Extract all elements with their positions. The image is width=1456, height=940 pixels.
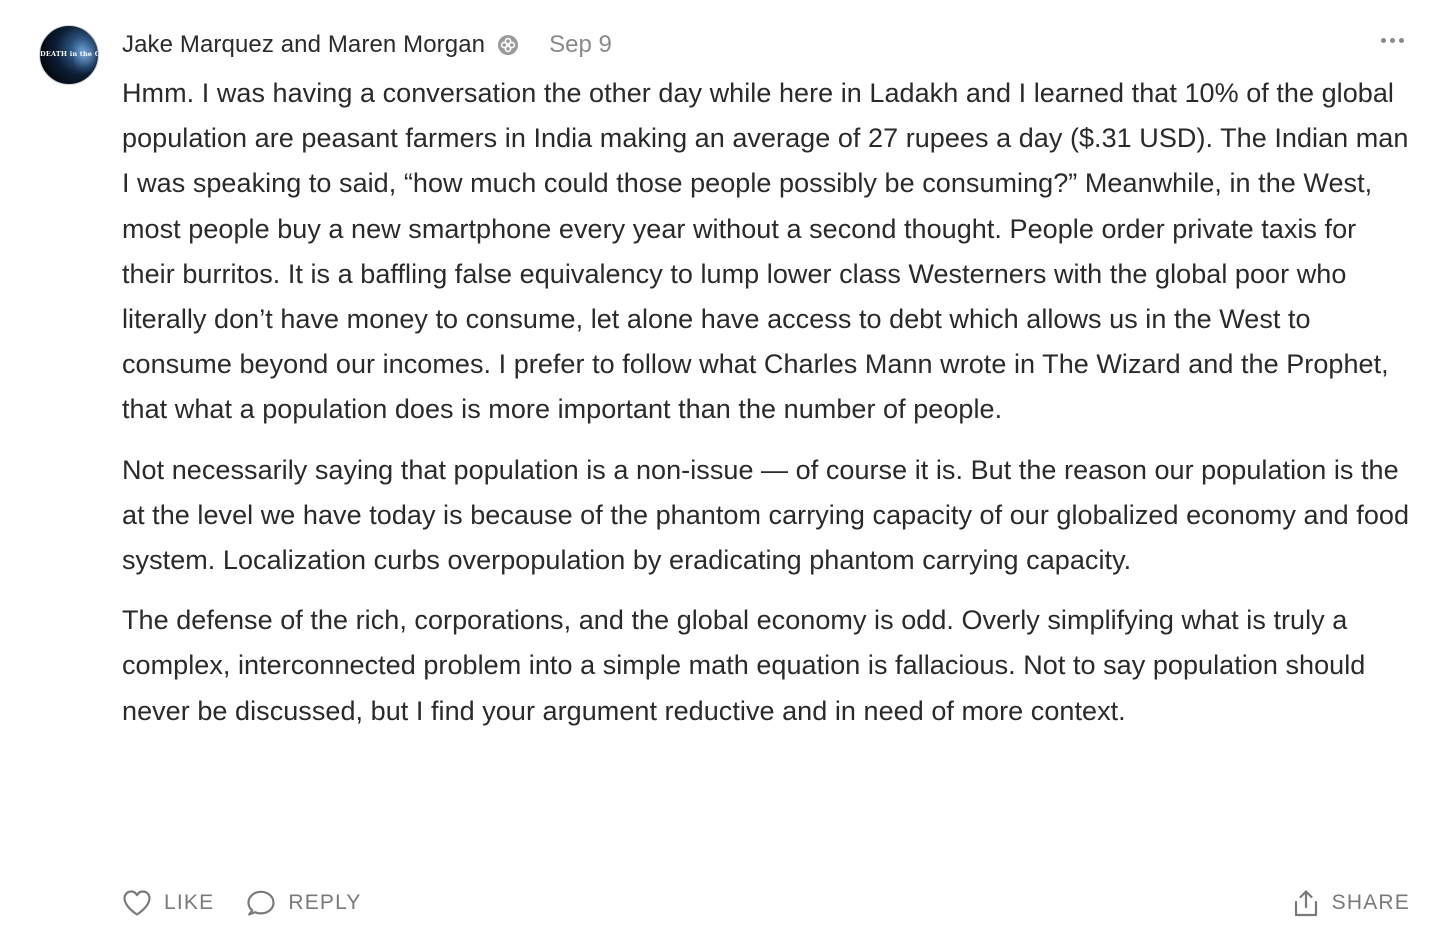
speech-bubble-icon [246, 889, 276, 917]
share-label: SHARE [1331, 891, 1410, 914]
author-name[interactable]: Jake Marquez and Maren Morgan [122, 31, 485, 59]
heart-icon [122, 889, 152, 917]
dot [1399, 38, 1404, 43]
subscriber-badge-icon [497, 34, 519, 56]
reply-button[interactable]: REPLY [246, 889, 361, 917]
comment-body: Hmm. I was having a conversation the oth… [122, 71, 1412, 734]
comment-actions: LIKE REPLY SHARE [122, 884, 1410, 922]
share-icon [1292, 888, 1320, 918]
like-button[interactable]: LIKE [122, 889, 214, 917]
reply-label: REPLY [288, 891, 362, 914]
comment-paragraph: The defense of the rich, corporations, a… [122, 605, 1366, 726]
comment-paragraph: Not necessarily saying that population i… [122, 454, 1410, 576]
avatar[interactable]: DEATH in the GARDEN [39, 25, 99, 85]
dot [1390, 38, 1395, 43]
more-options-icon[interactable] [1379, 34, 1406, 47]
dot [1381, 38, 1386, 43]
comment-paragraph: Hmm. I was having a conversation the oth… [122, 78, 1409, 425]
share-button[interactable]: SHARE [1292, 888, 1410, 918]
avatar-logo-text: DEATH in the GARDEN [40, 50, 98, 58]
comment-date[interactable]: Sep 9 [549, 31, 612, 59]
like-label: LIKE [164, 891, 215, 914]
comment: DEATH in the GARDEN Jake Marquez and Mar… [0, 0, 1456, 940]
comment-header: Jake Marquez and Maren Morgan Sep 9 [122, 28, 612, 62]
